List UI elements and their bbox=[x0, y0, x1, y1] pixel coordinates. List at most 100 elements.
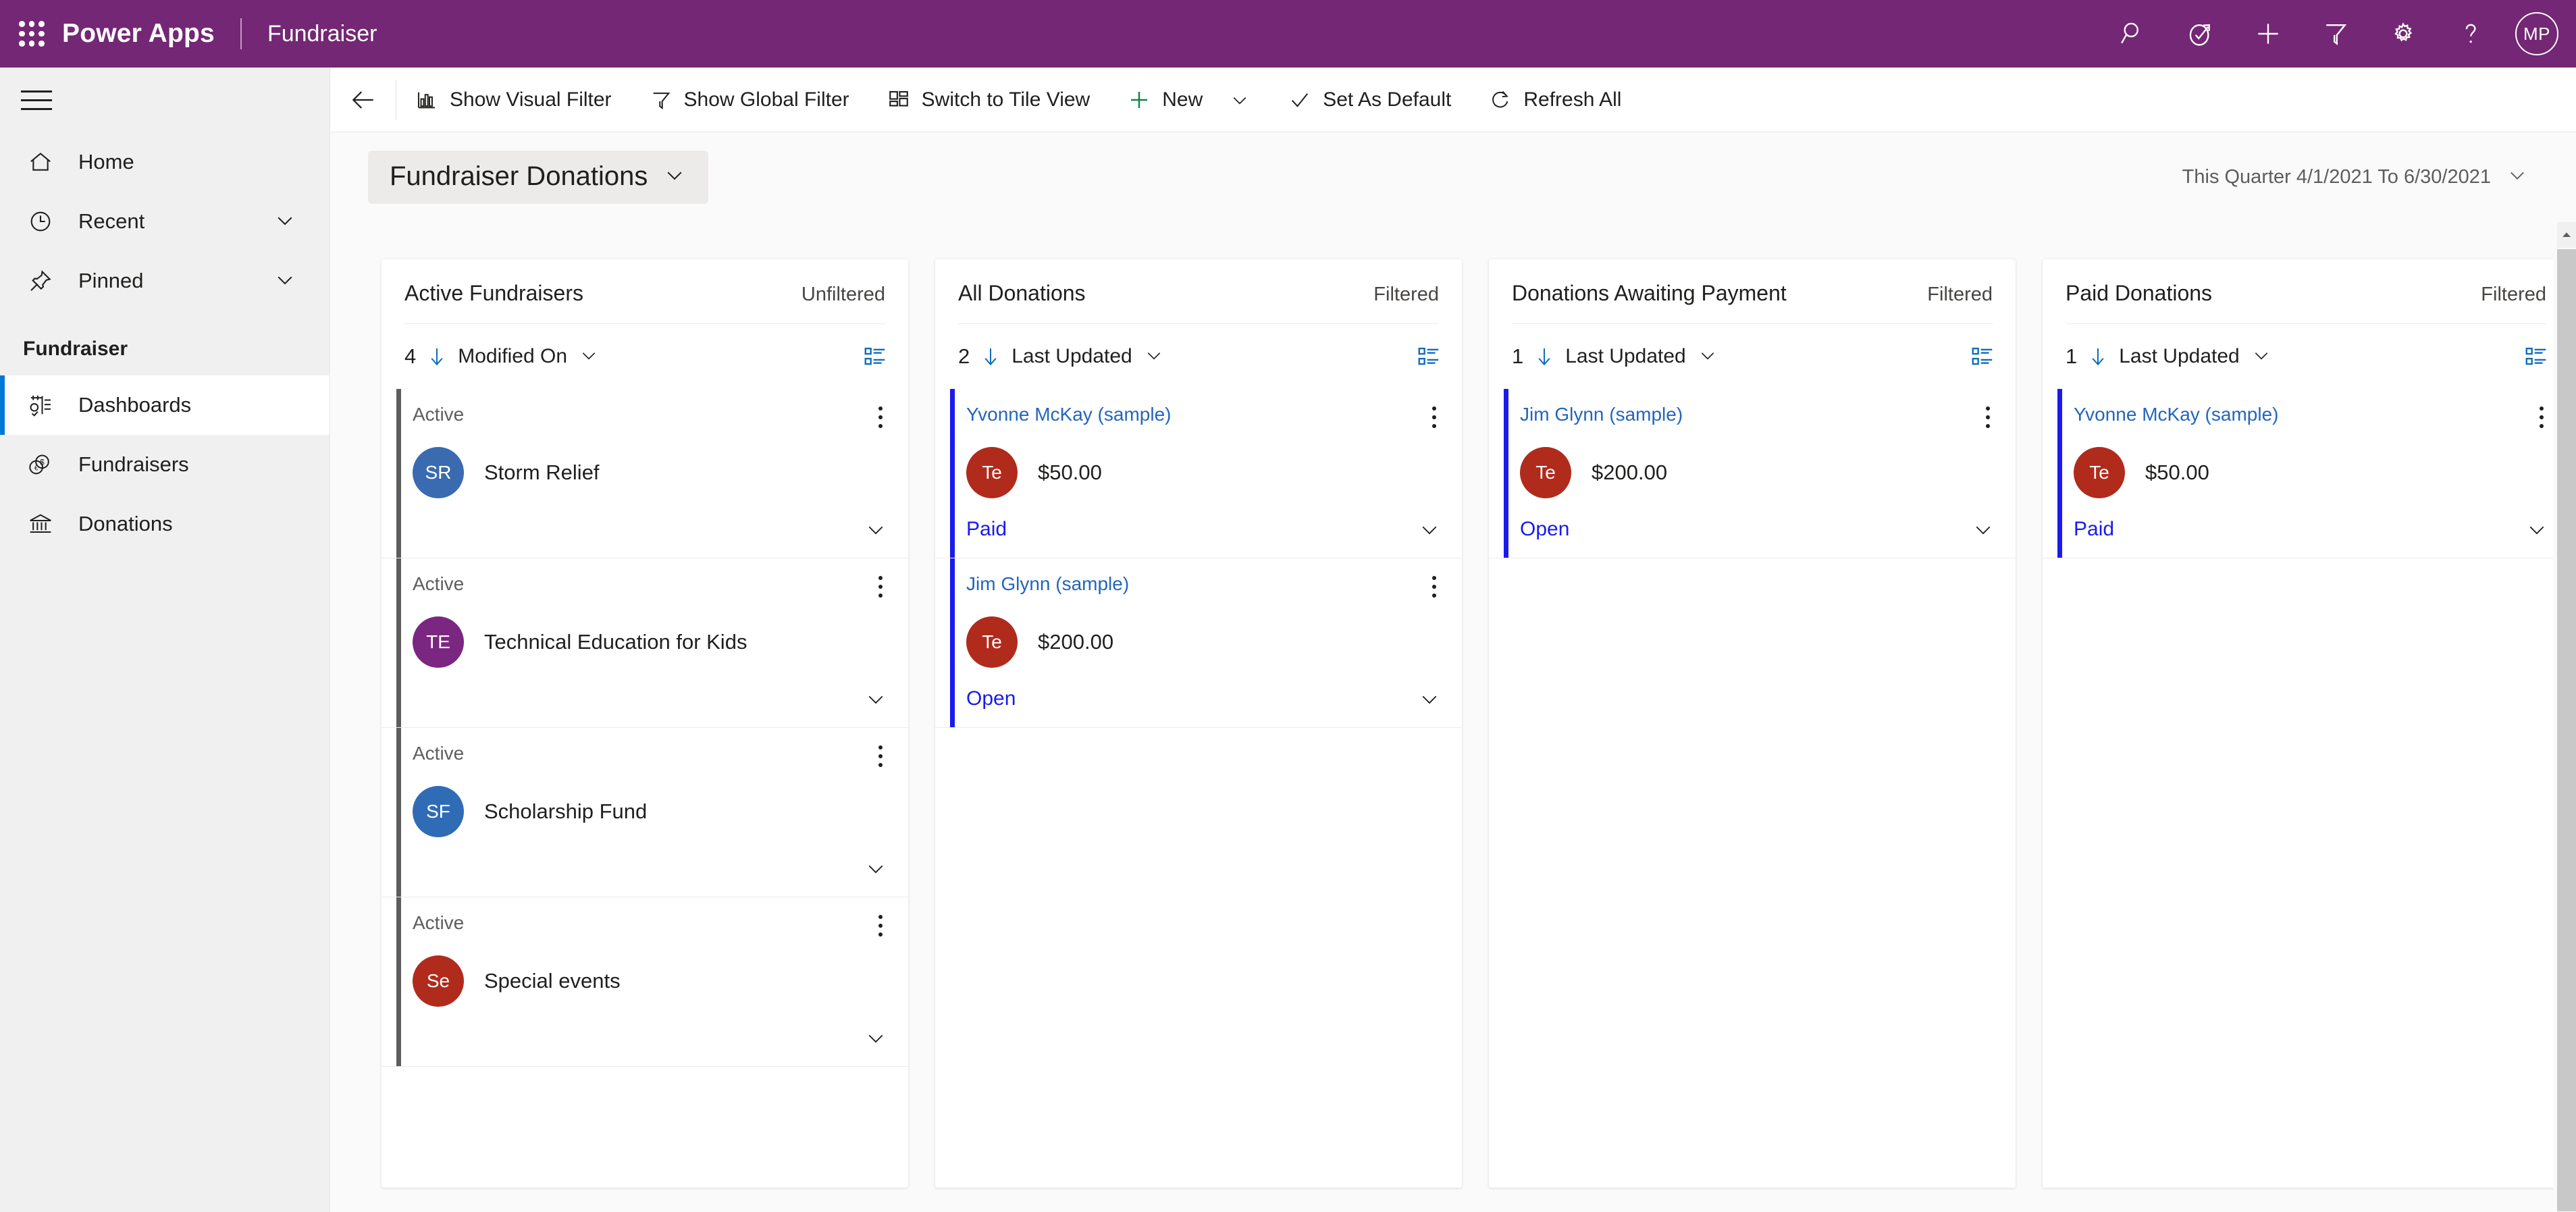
stream-card[interactable]: Jim Glynn (sample) Te $200.00 Open bbox=[1489, 389, 2016, 558]
sort-descending-icon[interactable] bbox=[2086, 345, 2109, 368]
card-primary-text: Technical Education for Kids bbox=[484, 630, 747, 654]
card-body: SR Storm Relief bbox=[413, 447, 888, 498]
stream-panel-list: Active Fundraisers Unfiltered 4 Modified… bbox=[331, 222, 2569, 1188]
card-label[interactable]: Yvonne McKay (sample) bbox=[966, 404, 1171, 425]
brand-label[interactable]: Power Apps bbox=[62, 19, 215, 49]
app-launcher-icon[interactable] bbox=[16, 18, 47, 49]
clock-icon bbox=[27, 208, 65, 235]
dashboard-selector[interactable]: Fundraiser Donations bbox=[368, 151, 709, 204]
svg-text:€: € bbox=[34, 465, 38, 473]
card-body: Te $50.00 bbox=[2074, 447, 2549, 498]
view-selector-icon[interactable] bbox=[1970, 344, 1995, 369]
chevron-down-icon[interactable] bbox=[864, 856, 888, 880]
sort-field-label[interactable]: Last Updated bbox=[1565, 345, 1685, 368]
chevron-down-icon[interactable] bbox=[273, 267, 297, 295]
sidebar-item-dashboards[interactable]: Dashboards bbox=[0, 375, 330, 435]
user-avatar[interactable]: MP bbox=[2515, 12, 2558, 55]
view-selector-icon[interactable] bbox=[1416, 344, 1442, 369]
chevron-down-icon[interactable] bbox=[662, 163, 687, 190]
stream-card[interactable]: Yvonne McKay (sample) Te $50.00 Paid bbox=[2043, 389, 2569, 558]
card-header: Active bbox=[413, 912, 888, 939]
back-button[interactable] bbox=[331, 68, 396, 132]
card-label[interactable]: Yvonne McKay (sample) bbox=[2074, 404, 2278, 425]
chevron-down-icon[interactable] bbox=[1697, 344, 1718, 369]
chevron-down-icon[interactable] bbox=[273, 208, 297, 236]
card-label: Active bbox=[413, 912, 465, 933]
bank-icon bbox=[27, 510, 65, 537]
card-overflow-menu-icon[interactable] bbox=[873, 912, 888, 939]
sort-field-label[interactable]: Last Updated bbox=[2119, 345, 2239, 368]
set-as-default-button[interactable]: Set As Default bbox=[1269, 68, 1470, 132]
sidebar-item-donations[interactable]: Donations bbox=[0, 494, 330, 554]
status-badge: Open bbox=[1520, 518, 1570, 540]
vertical-scrollbar[interactable] bbox=[2553, 222, 2576, 1212]
chevron-down-icon[interactable] bbox=[1971, 517, 1995, 542]
sidebar-item-pinned[interactable]: Pinned bbox=[0, 251, 330, 311]
view-selector-icon[interactable] bbox=[862, 344, 888, 369]
chevron-down-icon[interactable] bbox=[578, 344, 600, 369]
command-label: Set As Default bbox=[1323, 88, 1452, 111]
chevron-down-icon[interactable] bbox=[2525, 517, 2549, 542]
show-global-filter-button[interactable]: Show Global Filter bbox=[631, 68, 868, 132]
switch-to-tile-view-button[interactable]: Switch to Tile View bbox=[868, 68, 1109, 132]
sidebar-item-fundraisers[interactable]: $ € Fundraisers bbox=[0, 435, 330, 494]
scroll-up-arrow-icon[interactable] bbox=[2557, 222, 2576, 248]
stream-card[interactable]: Active SR Storm Relief bbox=[382, 389, 908, 558]
quick-create-icon[interactable] bbox=[2234, 0, 2302, 68]
stream-card[interactable]: Active TE Technical Education for Kids bbox=[382, 558, 908, 728]
chevron-down-icon[interactable] bbox=[864, 1026, 888, 1050]
hamburger-menu-icon[interactable] bbox=[3, 68, 70, 132]
card-label[interactable]: Jim Glynn (sample) bbox=[1520, 404, 1683, 425]
chevron-down-icon[interactable] bbox=[864, 687, 888, 711]
card-overflow-menu-icon[interactable] bbox=[873, 743, 888, 770]
chevron-down-icon[interactable] bbox=[1417, 517, 1442, 542]
card-overflow-menu-icon[interactable] bbox=[873, 404, 888, 431]
sort-descending-icon[interactable] bbox=[1533, 345, 1556, 368]
card-overflow-menu-icon[interactable] bbox=[873, 573, 888, 600]
date-range-selector[interactable]: This Quarter 4/1/2021 To 6/30/2021 bbox=[2182, 163, 2529, 192]
stream-card[interactable]: Yvonne McKay (sample) Te $50.00 Paid bbox=[935, 389, 1462, 558]
avatar: SF bbox=[413, 786, 464, 837]
new-button[interactable]: New bbox=[1109, 68, 1269, 132]
chevron-down-icon[interactable] bbox=[1229, 89, 1251, 111]
help-icon[interactable] bbox=[2437, 0, 2504, 68]
show-visual-filter-button[interactable]: Show Visual Filter bbox=[396, 68, 631, 132]
card-primary-text: $200.00 bbox=[1038, 630, 1114, 654]
vertical-scrollbar-thumb[interactable] bbox=[2557, 249, 2576, 1211]
status-badge: Paid bbox=[2074, 518, 2115, 540]
home-icon bbox=[27, 149, 65, 176]
search-icon[interactable] bbox=[2099, 0, 2167, 68]
sort-field-label[interactable]: Modified On bbox=[458, 345, 567, 368]
sidebar-item-recent[interactable]: Recent bbox=[0, 192, 330, 251]
sort-field-label[interactable]: Last Updated bbox=[1011, 345, 1132, 368]
view-selector-icon[interactable] bbox=[2523, 344, 2549, 369]
sort-descending-icon[interactable] bbox=[979, 345, 1002, 368]
stream-card[interactable]: Active SF Scholarship Fund bbox=[382, 728, 908, 897]
sidebar-item-home[interactable]: Home bbox=[0, 132, 330, 192]
app-name-label[interactable]: Fundraiser bbox=[267, 21, 377, 47]
filter-icon[interactable] bbox=[2302, 0, 2369, 68]
sort-descending-icon[interactable] bbox=[425, 345, 448, 368]
chevron-down-icon[interactable] bbox=[864, 517, 888, 542]
refresh-all-button[interactable]: Refresh All bbox=[1470, 68, 1640, 132]
panel-card-list: Active SR Storm Relief Active TE Technic… bbox=[382, 389, 908, 1067]
stream-panel: Donations Awaiting Payment Filtered 1 La… bbox=[1489, 259, 2016, 1188]
chevron-down-icon[interactable] bbox=[1143, 344, 1165, 369]
chevron-down-icon[interactable] bbox=[2506, 163, 2529, 192]
card-overflow-menu-icon[interactable] bbox=[2534, 404, 2549, 431]
chevron-down-icon[interactable] bbox=[2251, 344, 2272, 369]
card-label[interactable]: Jim Glynn (sample) bbox=[966, 573, 1129, 595]
chevron-down-icon[interactable] bbox=[1417, 687, 1442, 711]
card-overflow-menu-icon[interactable] bbox=[1980, 404, 1995, 431]
panel-sort-row: 2 Last Updated bbox=[935, 324, 1462, 389]
assistant-icon[interactable] bbox=[2167, 0, 2234, 68]
stream-card[interactable]: Jim Glynn (sample) Te $200.00 Open bbox=[935, 558, 1462, 728]
stream-card[interactable]: Active Se Special events bbox=[382, 897, 908, 1067]
top-bar-actions: MP bbox=[2099, 0, 2576, 68]
card-header: Active bbox=[413, 404, 888, 431]
brand-divider bbox=[240, 18, 242, 49]
card-overflow-menu-icon[interactable] bbox=[1427, 404, 1442, 431]
card-overflow-menu-icon[interactable] bbox=[1427, 573, 1442, 600]
settings-gear-icon[interactable] bbox=[2369, 0, 2437, 68]
card-accent-bar bbox=[1504, 389, 1508, 558]
